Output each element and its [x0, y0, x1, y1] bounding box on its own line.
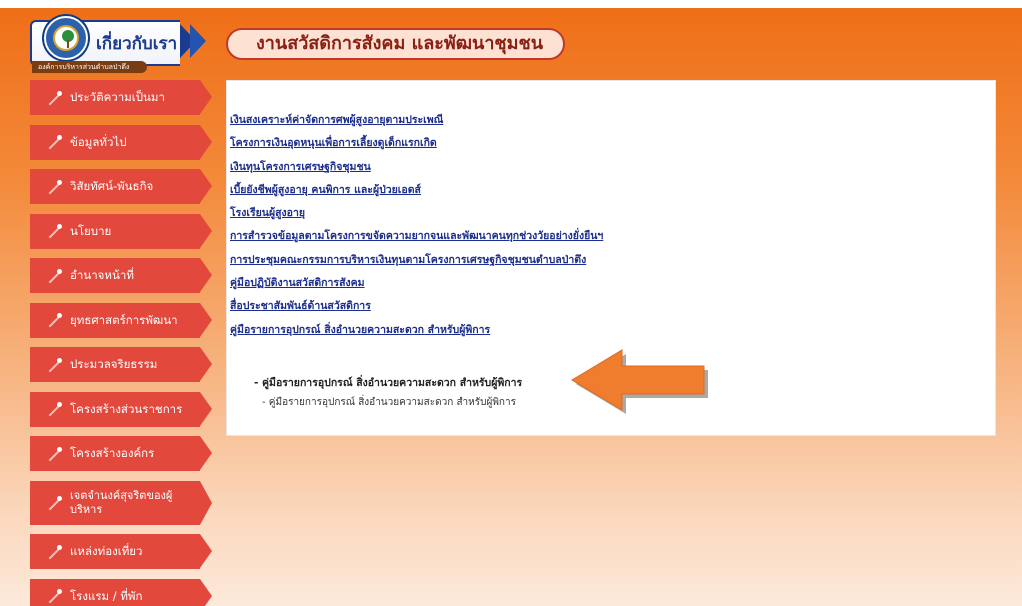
top-frame — [0, 0, 1022, 8]
pin-icon — [48, 135, 62, 149]
pin-icon — [48, 357, 62, 372]
sidebar-item-label: โครงสร้างองค์กร — [70, 446, 155, 461]
link-elderly-school[interactable]: โรงเรียนผู้สูงอายุ — [230, 205, 603, 228]
pin-icon — [48, 313, 62, 327]
sidebar-item-ethics[interactable]: ประมวลจริยธรรม — [30, 347, 212, 382]
chevron-right-icon — [190, 24, 206, 58]
sidebar-item-integrity[interactable]: เจตจำนงค์สุจริตของผู้บริหาร — [30, 480, 212, 525]
sidebar-item-label: ประมวลจริยธรรม — [70, 357, 158, 372]
link-living-allowance[interactable]: เบี้ยยังชีพผู้สูงอายุ คนพิการ และผู้ป่วย… — [230, 182, 603, 205]
sidebar-item-hotels[interactable]: โรงแรม / ที่พัก — [30, 578, 212, 606]
link-funeral-allowance[interactable]: เงินสงเคราะห์ค่าจัดการศพผู้สูงอายุตามประ… — [230, 112, 603, 135]
pin-icon — [48, 268, 62, 283]
sidebar-item-label: อำนาจหน้าที่ — [70, 268, 134, 283]
sidebar-item-label: นโยบาย — [70, 223, 112, 238]
link-committee-meeting[interactable]: การประชุมคณะกรรมการบริหารเงินทุนตามโครงก… — [230, 252, 603, 275]
pin-icon — [48, 544, 62, 559]
link-community-fund[interactable]: เงินทุนโครงการเศรษฐกิจชุมชน — [230, 159, 603, 182]
left-arrow-icon — [571, 349, 708, 414]
link-social-welfare-manual[interactable]: คู่มือปฏิบัติงานสวัสดิการสังคม — [230, 275, 603, 298]
sub-item[interactable]: - คู่มือรายการอุปกรณ์ สิ่งอำนวยความสะดวก… — [254, 374, 522, 391]
pin-icon — [48, 446, 62, 461]
pin-icon — [48, 90, 62, 105]
link-list: เงินสงเคราะห์ค่าจัดการศพผู้สูงอายุตามประ… — [230, 112, 603, 345]
sidebar-item-label: ข้อมูลทั่วไป — [70, 134, 127, 149]
sidebar-item-label: ยุทธศาสตร์การพัฒนา — [70, 312, 178, 327]
logo-tab[interactable]: เกี่ยวกับเรา องค์การบริหารส่วนตำบลป่าตึง — [30, 16, 206, 73]
sidebar-item-authority[interactable]: อำนาจหน้าที่ — [30, 258, 212, 293]
pin-icon — [48, 179, 62, 194]
sidebar-item-label: แหล่งท่องเที่ยว — [70, 544, 143, 559]
sidebar-item-label: โครงสร้างส่วนราชการ — [70, 401, 183, 416]
emblem-icon — [44, 16, 88, 60]
sidebar-item-attractions[interactable]: แหล่งท่องเที่ยว — [30, 534, 212, 569]
sidebar-item-label: ประวัติความเป็นมา — [70, 90, 165, 105]
organization-name: องค์การบริหารส่วนตำบลป่าตึง — [32, 61, 148, 73]
sidebar: ประวัติความเป็นมา ข้อมูลทั่วไป วิสัยทัศน… — [30, 80, 212, 606]
sidebar-item-history[interactable]: ประวัติความเป็นมา — [30, 80, 212, 115]
link-disability-equipment-manual[interactable]: คู่มือรายการอุปกรณ์ สิ่งอำนวยความสะดวก ส… — [230, 322, 603, 345]
sidebar-item-label: วิสัยทัศน์-พันธกิจ — [70, 179, 154, 194]
sidebar-item-general-info[interactable]: ข้อมูลทั่วไป — [30, 124, 212, 160]
sidebar-item-org-structure[interactable]: โครงสร้างองค์กร — [30, 436, 212, 471]
pin-icon — [48, 402, 62, 416]
sidebar-item-label: โรงแรม / ที่พัก — [70, 588, 143, 603]
about-us-title[interactable]: เกี่ยวกับเรา — [96, 30, 177, 57]
sidebar-item-vision-mission[interactable]: วิสัยทัศน์-พันธกิจ — [30, 169, 212, 204]
link-newborn-subsidy[interactable]: โครงการเงินอุดหนุนเพื่อการเลี้ยงดูเด็กแร… — [230, 135, 603, 158]
link-welfare-media[interactable]: สื่อประชาสัมพันธ์ด้านสวัสดิการ — [230, 298, 603, 321]
pin-icon — [48, 224, 62, 238]
sidebar-item-strategy[interactable]: ยุทธศาสตร์การพัฒนา — [30, 302, 212, 338]
pin-icon — [48, 589, 62, 603]
sidebar-item-label: เจตจำนงค์สุจริตของผู้บริหาร — [70, 488, 173, 516]
pin-icon — [48, 495, 62, 510]
sub-sub-item[interactable]: - คู่มือรายการอุปกรณ์ สิ่งอำนวยความสะดวก… — [262, 395, 516, 410]
link-poverty-survey[interactable]: การสำรวจข้อมูลตามโครงการขจัดความยากจนและ… — [230, 228, 603, 251]
page-title: งานสวัสดิการสังคม และพัฒนาชุมชน — [226, 28, 566, 60]
sidebar-item-government-structure[interactable]: โครงสร้างส่วนราชการ — [30, 391, 212, 427]
sidebar-item-policy[interactable]: นโยบาย — [30, 213, 212, 249]
